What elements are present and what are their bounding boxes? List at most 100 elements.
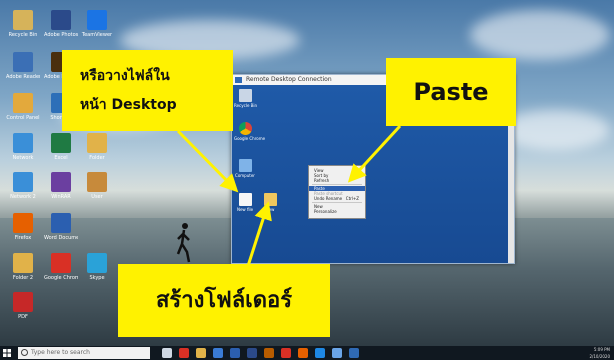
desktop-icon[interactable]: Google Chrome [44, 253, 78, 281]
desktop-icon[interactable]: Firefox [6, 213, 40, 241]
desktop-icon-label: Network 2 [10, 194, 36, 200]
windows-start-icon[interactable] [3, 349, 11, 357]
file-icon [238, 193, 252, 206]
folder-icon [13, 253, 33, 273]
file-explorer-icon[interactable] [196, 348, 206, 358]
photoshop-icon[interactable] [247, 348, 257, 358]
desktop-icon[interactable]: Adobe Reader [6, 52, 40, 80]
user-folder-icon [87, 172, 107, 192]
menu-item-undo-rename[interactable]: Undo Rename Ctrl+Z [309, 196, 365, 201]
edge-icon[interactable] [315, 348, 325, 358]
desktop-icon[interactable]: Adobe Photoshop [44, 10, 78, 38]
runner-silhouette [176, 223, 191, 263]
recycle-bin-icon [13, 10, 33, 30]
rdp-icon-computer[interactable]: Computer [234, 159, 256, 178]
callout-paste: Paste [386, 58, 516, 126]
search-placeholder: Type here to search [31, 349, 90, 356]
menu-item-shortcut: Ctrl+Z [345, 196, 359, 201]
desktop-icon-label: TeamViewer [81, 32, 113, 38]
callout-paste-on-desktop: หรือวางไฟล์ใน หน้า Desktop [62, 50, 233, 131]
teamviewer-icon [87, 10, 107, 30]
store-icon[interactable] [213, 348, 223, 358]
adobe-reader-icon [13, 52, 33, 72]
icon-label: Google Chrome [234, 136, 266, 141]
network-icon[interactable] [332, 348, 342, 358]
skype-icon [87, 253, 107, 273]
context-menu[interactable]: View Sort by Refresh Paste Paste shortcut Und… [308, 165, 366, 219]
folder-icon [263, 193, 277, 206]
desktop-icon[interactable]: Network [6, 133, 40, 161]
rdp-icon-chrome[interactable]: Google Chrome [234, 122, 266, 141]
desktop-icon-label: Adobe Reader [6, 74, 40, 80]
taskbar: Type here to search 5:09 PM 2/10/2020 [0, 346, 614, 360]
taskbar-search-box[interactable]: Type here to search [18, 347, 150, 359]
icon-label: New [265, 207, 275, 212]
callout-text-line2: หน้า Desktop [80, 97, 177, 113]
desktop-icon[interactable]: User [80, 172, 114, 200]
icon-label: Computer [235, 173, 255, 178]
firefox-icon[interactable] [298, 348, 308, 358]
desktop-icon[interactable]: Skype [80, 253, 114, 281]
network-icon [13, 133, 33, 153]
menu-separator [312, 202, 362, 203]
remote-desktop-icon [235, 77, 242, 83]
desktop-icon[interactable]: Control Panel [6, 93, 40, 121]
icon-label: Recycle Bin [234, 103, 258, 108]
network-icon [13, 172, 33, 192]
desktop-icon-label: Folder 2 [12, 275, 34, 281]
menu-separator [312, 184, 362, 185]
menu-item-personalize[interactable]: Personalize [309, 209, 365, 214]
desktop-icon[interactable]: Word Document [44, 213, 78, 241]
desktop-icon-label: Skype [89, 275, 105, 281]
desktop-icon[interactable]: WinRAR [44, 172, 78, 200]
desktop-icon[interactable]: Recycle Bin [6, 10, 40, 38]
recycle-bin-icon [238, 89, 252, 102]
folder-icon [87, 133, 107, 153]
cloud [500, 110, 610, 150]
window-title: Remote Desktop Connection [246, 76, 332, 83]
menu-item-refresh[interactable]: Refresh [309, 178, 365, 183]
illustrator-icon[interactable] [264, 348, 274, 358]
winrar-icon [51, 172, 71, 192]
desktop-icon-label: Network [12, 155, 34, 161]
chrome-icon[interactable] [281, 348, 291, 358]
menu-item-label: Personalize [314, 209, 337, 214]
desktop-icon-label: Adobe Photoshop [44, 32, 78, 38]
desktop-icon[interactable]: Folder 2 [6, 253, 40, 281]
desktop-icon-label: Word Document [44, 235, 78, 241]
desktop-icon-label: Firefox [14, 235, 32, 241]
desktop-icon[interactable]: Excel [44, 133, 78, 161]
task-view-icon[interactable] [162, 348, 172, 358]
firefox-icon [13, 213, 33, 233]
icon-label: New file [236, 207, 254, 212]
menu-item-label: Undo Rename [314, 196, 343, 201]
desktop-icon-label: WinRAR [51, 194, 71, 200]
desktop-icon[interactable]: TeamViewer [80, 10, 114, 38]
desktop-icon[interactable]: Network 2 [6, 172, 40, 200]
chrome-icon[interactable] [179, 348, 189, 358]
rdp-icon-new-file[interactable]: New file [234, 193, 256, 212]
desktop-icon-label: User [91, 194, 103, 200]
control-panel-icon [13, 93, 33, 113]
rdp-icon-recycle-bin[interactable]: Recycle Bin [234, 89, 258, 108]
callout-text-line1: หรือวางไฟล์ใน [80, 68, 170, 84]
desktop-icon-label: Folder [89, 155, 105, 161]
desktop-icon-label: Google Chrome [44, 275, 78, 281]
desktop-icon-label: PDF [18, 314, 28, 320]
system-tray[interactable]: 5:09 PM 2/10/2020 [589, 346, 610, 360]
clock-date: 2/10/2020 [589, 354, 610, 359]
desktop-icon-label: Control Panel [6, 115, 40, 121]
excel-icon [51, 133, 71, 153]
chrome-icon [51, 253, 71, 273]
desktop-icon[interactable]: PDF [6, 292, 40, 320]
photoshop-icon [51, 10, 71, 30]
rdp-icon-new-folder[interactable]: New [259, 193, 281, 212]
computer-icon [238, 159, 252, 172]
clock-time: 5:09 PM [593, 347, 610, 352]
remote-desktop-icon[interactable] [349, 348, 359, 358]
desktop-icon-label: Excel [54, 155, 68, 161]
cloud [470, 10, 610, 60]
mail-icon[interactable] [230, 348, 240, 358]
desktop-icon[interactable]: Folder [80, 133, 114, 161]
pdf-icon [13, 292, 33, 312]
